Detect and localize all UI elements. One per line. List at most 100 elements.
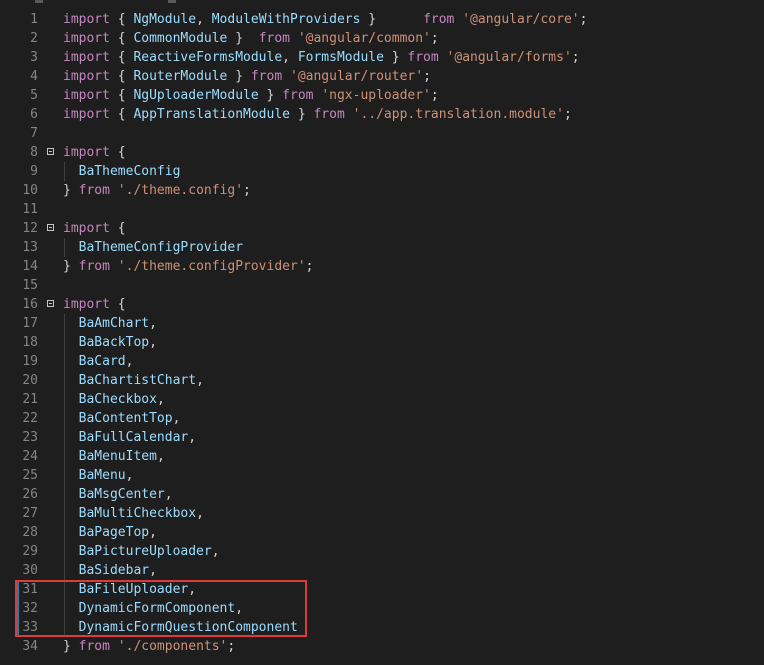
code-line[interactable]: 19 BaCard,	[0, 352, 764, 371]
code-line[interactable]: 6 import { AppTranslationModule } from '.…	[0, 105, 764, 124]
code-line[interactable]: 1 import { NgModule, ModuleWithProviders …	[0, 10, 764, 29]
code-line[interactable]: 15	[0, 276, 764, 295]
line-number: 19	[22, 354, 38, 369]
punctuation-token: ,	[188, 430, 197, 445]
code-line[interactable]: 30 BaSidebar,	[0, 561, 764, 580]
code-text: BaMultiCheckbox,	[63, 504, 204, 523]
fold-collapse-icon[interactable]	[47, 300, 54, 307]
punctuation-token: ,	[172, 411, 181, 426]
identifier-token: ReactiveFormsModule	[133, 50, 283, 65]
code-editor[interactable]: 1 import { NgModule, ModuleWithProviders …	[0, 10, 764, 656]
line-number: 17	[22, 316, 38, 331]
code-text: BaThemeConfig	[63, 162, 181, 181]
identifier-token: BaThemeConfig	[78, 164, 181, 179]
fold-collapse-icon[interactable]	[47, 148, 54, 155]
identifier-token: AppTranslationModule	[133, 107, 290, 122]
line-number: 14	[22, 259, 38, 274]
punctuation-token: {	[109, 297, 126, 312]
code-text: import { AppTranslationModule } from '..…	[63, 105, 572, 124]
line-number: 7	[30, 126, 38, 141]
punctuation-token: ;	[563, 107, 572, 122]
identifier-token: NgUploaderModule	[133, 88, 259, 103]
code-text: import { NgUploaderModule } from 'ngx-up…	[63, 86, 439, 105]
punctuation-token	[63, 411, 79, 426]
code-line[interactable]: 34} from './components';	[0, 637, 764, 656]
fold-collapse-icon[interactable]	[47, 224, 54, 231]
punctuation-token	[345, 107, 353, 122]
code-line[interactable]: 9 BaThemeConfig	[0, 162, 764, 181]
line-number: 29	[22, 544, 38, 559]
string-token: './components'	[117, 639, 228, 654]
code-line[interactable]: 16 import {	[0, 295, 764, 314]
code-line[interactable]: 12 import {	[0, 219, 764, 238]
code-line[interactable]: 2 import { CommonModule } from '@angular/…	[0, 29, 764, 48]
keyword-token: from	[282, 88, 314, 103]
keyword-token: import	[63, 88, 110, 103]
code-line[interactable]: 13 BaThemeConfigProvider	[0, 238, 764, 257]
code-line[interactable]: 23 BaFullCalendar,	[0, 428, 764, 447]
punctuation-token	[63, 240, 79, 255]
punctuation-token: ,	[125, 354, 134, 369]
code-line[interactable]: 20 BaChartistChart,	[0, 371, 764, 390]
code-line[interactable]: 5 import { NgUploaderModule } from 'ngx-u…	[0, 86, 764, 105]
punctuation-token	[63, 506, 79, 521]
code-line[interactable]: 29 BaPictureUploader,	[0, 542, 764, 561]
code-line[interactable]: 11	[0, 200, 764, 219]
punctuation-token: ,	[125, 468, 134, 483]
line-number: 5	[30, 88, 38, 103]
string-token: '@angular/forms'	[446, 50, 572, 65]
line-number: 3	[30, 50, 38, 65]
code-text: import {	[63, 219, 126, 238]
line-number: 23	[22, 430, 38, 445]
code-text: import { RouterModule } from '@angular/r…	[63, 67, 431, 86]
code-line[interactable]: 21 BaCheckbox,	[0, 390, 764, 409]
string-token: 'ngx-uploader'	[321, 88, 431, 103]
punctuation-token: }	[63, 259, 79, 274]
code-line[interactable]: 10} from './theme.config';	[0, 181, 764, 200]
code-line[interactable]: 33 DynamicFormQuestionComponent	[0, 618, 764, 637]
punctuation-token	[63, 525, 79, 540]
code-line[interactable]: 17 BaAmChart,	[0, 314, 764, 333]
code-text: import { CommonModule } from '@angular/c…	[63, 29, 439, 48]
punctuation-token	[63, 582, 79, 597]
punctuation-token	[63, 544, 79, 559]
code-line[interactable]: 3 import { ReactiveFormsModule, FormsModu…	[0, 48, 764, 67]
identifier-token: NgModule	[133, 12, 197, 27]
line-number: 16	[22, 297, 38, 312]
identifier-token: BaChartistChart	[78, 373, 197, 388]
code-line[interactable]: 24 BaMenuItem,	[0, 447, 764, 466]
identifier-token: BaSidebar	[78, 563, 150, 578]
code-line[interactable]: 22 BaContentTop,	[0, 409, 764, 428]
code-line[interactable]: 31 BaFileUploader,	[0, 580, 764, 599]
code-text: BaCheckbox,	[63, 390, 165, 409]
code-line[interactable]: 18 BaBackTop,	[0, 333, 764, 352]
code-line[interactable]: 8 import {	[0, 143, 764, 162]
code-line[interactable]: 7	[0, 124, 764, 143]
keyword-token: import	[63, 69, 110, 84]
code-line[interactable]: 26 BaMsgCenter,	[0, 485, 764, 504]
code-text: BaSidebar,	[63, 561, 157, 580]
code-line[interactable]: 32 DynamicFormComponent,	[0, 599, 764, 618]
code-line[interactable]: 14} from './theme.configProvider';	[0, 257, 764, 276]
editor-tab-strip	[0, 0, 764, 8]
identifier-token: BaPageTop	[78, 525, 150, 540]
punctuation-token	[63, 563, 79, 578]
punctuation-token: ;	[430, 31, 439, 46]
code-line[interactable]: 25 BaMenu,	[0, 466, 764, 485]
code-text: BaThemeConfigProvider	[63, 238, 243, 257]
code-text: import { NgModule, ModuleWithProviders }…	[63, 10, 587, 29]
punctuation-token: {	[109, 50, 134, 65]
line-number: 28	[22, 525, 38, 540]
keyword-token: from	[78, 183, 110, 198]
code-line[interactable]: 4 import { RouterModule } from '@angular/…	[0, 67, 764, 86]
identifier-token: BaFileUploader	[78, 582, 189, 597]
punctuation-token	[63, 601, 79, 616]
identifier-token: BaContentTop	[78, 411, 173, 426]
identifier-token: CommonModule	[133, 31, 228, 46]
line-number: 22	[22, 411, 38, 426]
code-line[interactable]: 28 BaPageTop,	[0, 523, 764, 542]
identifier-token: DynamicFormQuestionComponent	[78, 620, 298, 635]
code-line[interactable]: 27 BaMultiCheckbox,	[0, 504, 764, 523]
code-text: BaAmChart,	[63, 314, 157, 333]
code-text: BaMenu,	[63, 466, 134, 485]
